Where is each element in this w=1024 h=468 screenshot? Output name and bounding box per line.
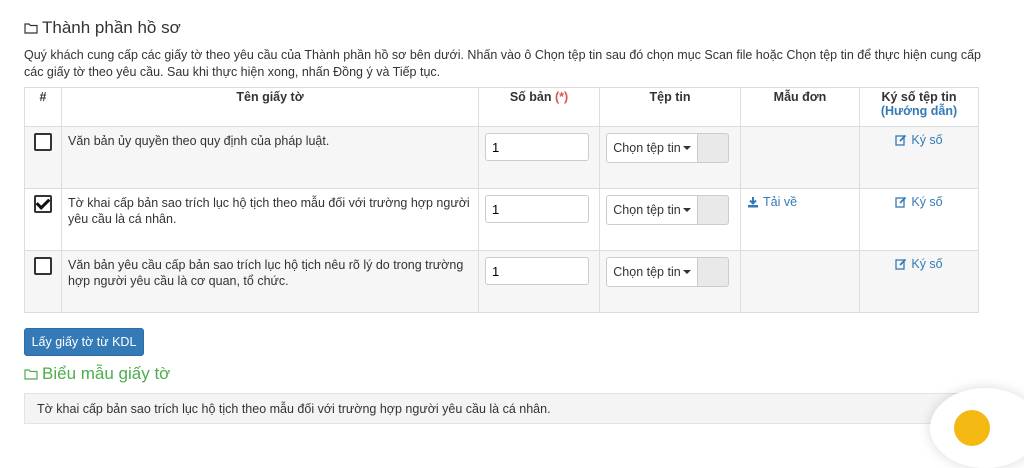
forms-section-title: Biểu mẫu giấy tờ (24, 364, 170, 384)
row-file-cell: Chọn tệp tin (599, 126, 741, 189)
header-form: Mẫu đơn (740, 87, 860, 127)
row-form-cell: Tải về (740, 188, 860, 251)
file-name-field (698, 257, 729, 287)
download-link[interactable]: Tải về (747, 195, 797, 209)
row-doc-name: Văn bản ủy quyền theo quy định của pháp … (61, 126, 479, 189)
row-check-cell (24, 188, 62, 251)
row-checkbox[interactable] (34, 195, 52, 213)
edit-icon (895, 196, 907, 208)
row-file-cell: Chọn tệp tin (599, 250, 741, 313)
row-form-cell (740, 250, 860, 313)
header-quantity: Số bản (*) (478, 87, 600, 127)
row-sign-cell: Ký số (859, 126, 979, 189)
row-sign-cell: Ký số (859, 250, 979, 313)
quantity-input[interactable] (485, 133, 589, 161)
choose-file-label: Chọn tệp tin (613, 141, 681, 155)
folder-open-icon (24, 23, 38, 34)
row-qty-cell (478, 188, 600, 251)
table-header-row: # Tên giấy tờ Số bản (*) Tệp tin Mẫu đơn… (24, 87, 979, 127)
header-sign-label: Ký số tệp tin (881, 90, 957, 104)
sign-link[interactable]: Ký số (895, 195, 943, 209)
sign-guide-link[interactable]: (Hướng dẫn) (866, 104, 972, 118)
sign-link-label: Ký số (911, 133, 943, 147)
edit-icon (895, 258, 907, 270)
edit-icon (895, 134, 907, 146)
get-from-kdl-button[interactable]: Lấy giấy tờ từ KDL (24, 328, 144, 356)
documents-table: # Tên giấy tờ Số bản (*) Tệp tin Mẫu đơn… (24, 87, 979, 313)
row-check-cell (24, 126, 62, 189)
row-doc-name: Tờ khai cấp bản sao trích lục hộ tịch th… (61, 188, 479, 251)
form-list-item[interactable]: Tờ khai cấp bản sao trích lục hộ tịch th… (24, 393, 979, 424)
row-form-cell (740, 126, 860, 189)
quantity-input[interactable] (485, 195, 589, 223)
download-link-label: Tải về (763, 195, 798, 209)
required-mark: (*) (554, 90, 569, 104)
header-name: Tên giấy tờ (61, 87, 479, 127)
sign-link[interactable]: Ký số (895, 133, 943, 147)
row-checkbox[interactable] (34, 257, 52, 275)
choose-file-label: Chọn tệp tin (613, 203, 681, 217)
sign-link-label: Ký số (911, 257, 943, 271)
download-icon (748, 197, 758, 208)
row-checkbox[interactable] (34, 133, 52, 151)
caret-down-icon (682, 270, 691, 274)
file-picker: Chọn tệp tin (606, 257, 734, 287)
row-sign-cell: Ký số (859, 188, 979, 251)
choose-file-button[interactable]: Chọn tệp tin (606, 195, 698, 225)
section-title-text: Thành phần hồ sơ (42, 18, 181, 37)
header-sign: Ký số tệp tin (Hướng dẫn) (859, 87, 979, 127)
table-row: Tờ khai cấp bản sao trích lục hộ tịch th… (24, 188, 979, 251)
caret-down-icon (682, 146, 691, 150)
section-title: Thành phần hồ sơ (24, 18, 181, 38)
row-qty-cell (478, 126, 600, 189)
header-file: Tệp tin (599, 87, 741, 127)
choose-file-button[interactable]: Chọn tệp tin (606, 257, 698, 287)
intro-text: Quý khách cung cấp các giấy tờ theo yêu … (24, 48, 981, 79)
chat-widget-button[interactable] (954, 410, 990, 446)
forms-section-title-text: Biểu mẫu giấy tờ (42, 364, 171, 383)
header-index: # (24, 87, 62, 127)
row-check-cell (24, 250, 62, 313)
table-row: Văn bản ủy quyền theo quy định của pháp … (24, 126, 979, 189)
row-file-cell: Chọn tệp tin (599, 188, 741, 251)
choose-file-label: Chọn tệp tin (613, 265, 681, 279)
caret-down-icon (682, 208, 691, 212)
sign-link-label: Ký số (911, 195, 943, 209)
folder-open-icon (24, 369, 38, 380)
row-qty-cell (478, 250, 600, 313)
sign-link[interactable]: Ký số (895, 257, 943, 271)
file-name-field (698, 133, 729, 163)
quantity-input[interactable] (485, 257, 589, 285)
table-row: Văn bản yêu cầu cấp bản sao trích lục hộ… (24, 250, 979, 313)
row-doc-name: Văn bản yêu cầu cấp bản sao trích lục hộ… (61, 250, 479, 313)
choose-file-button[interactable]: Chọn tệp tin (606, 133, 698, 163)
file-picker: Chọn tệp tin (606, 195, 734, 225)
file-name-field (698, 195, 729, 225)
file-picker: Chọn tệp tin (606, 133, 734, 163)
header-quantity-label: Số bản (509, 90, 552, 104)
